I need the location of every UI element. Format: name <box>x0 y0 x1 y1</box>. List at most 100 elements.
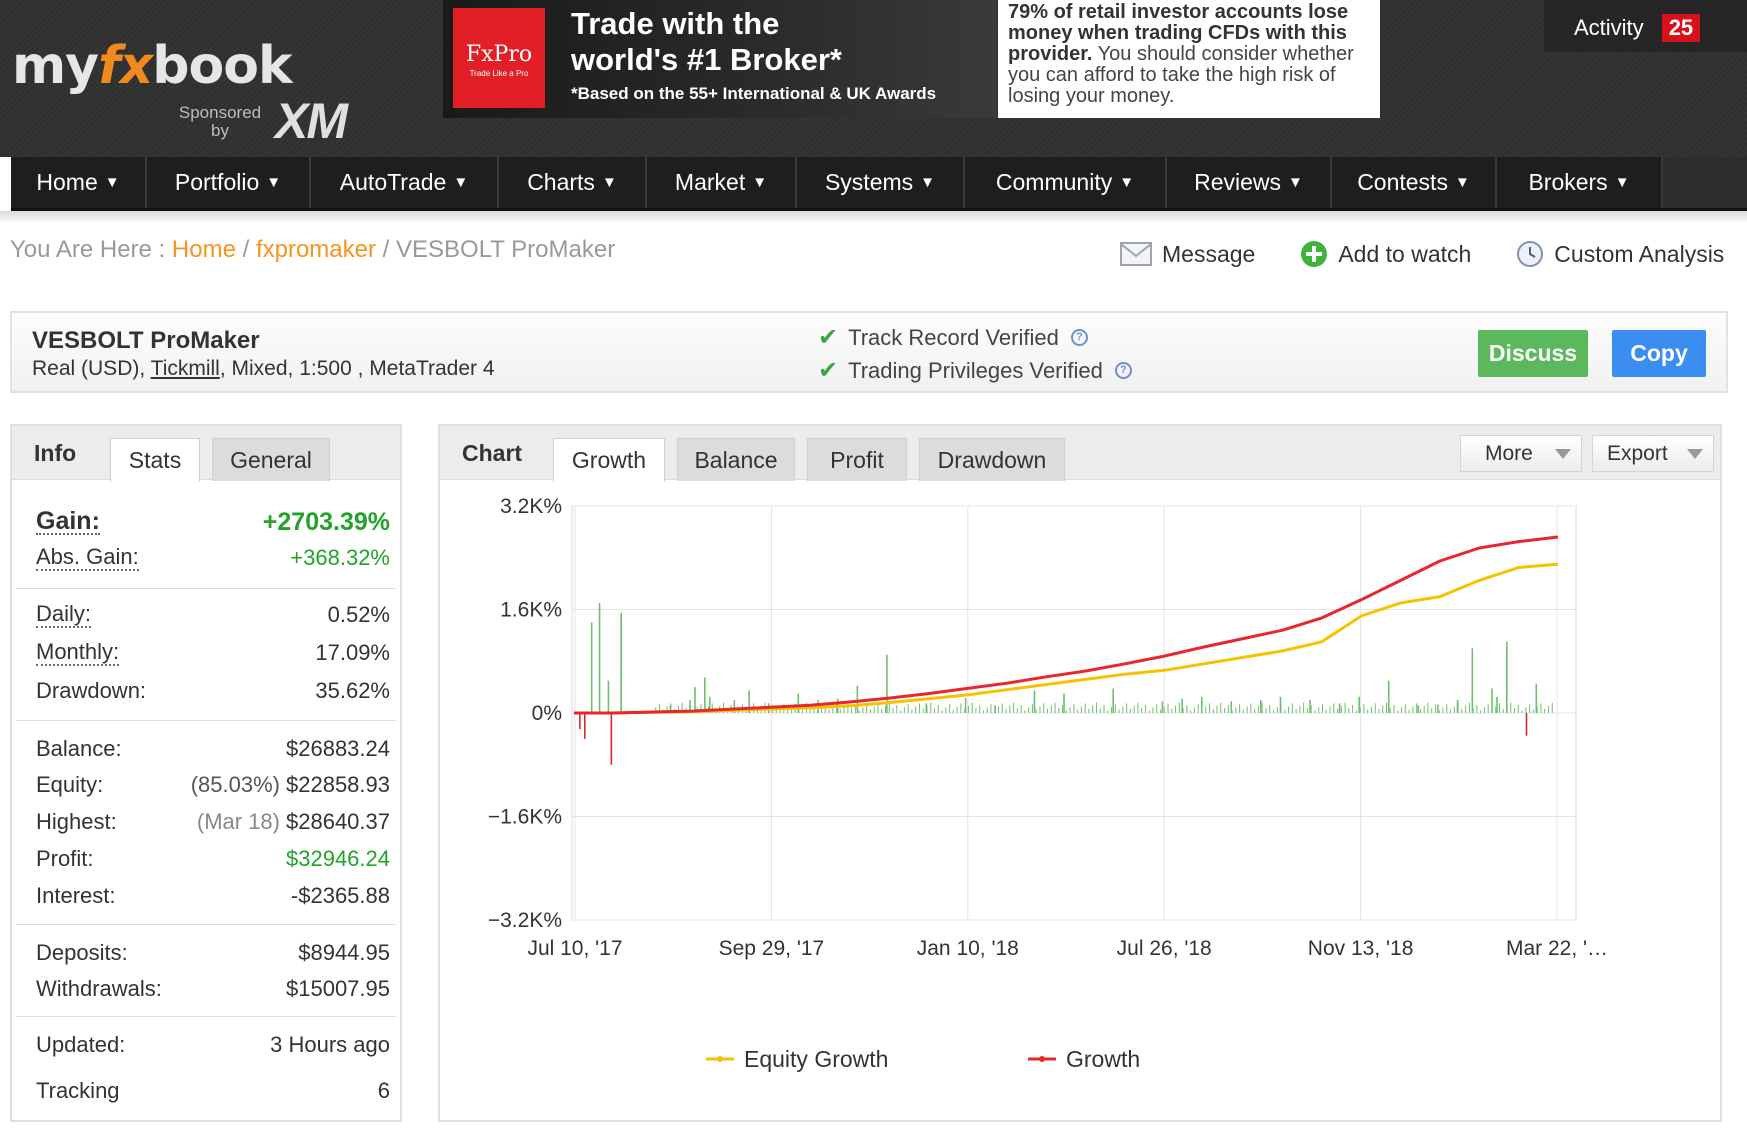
growth-chart[interactable]: 3.2K% 1.6K% 0% −1.6K% −3.2K% Jul 10, '17 Sep 2… <box>440 426 1720 1120</box>
caret-down-icon: ▼ <box>601 174 617 191</box>
plus-circle-icon <box>1301 241 1328 267</box>
help-icon[interactable]: ? <box>1070 329 1088 346</box>
separator <box>16 588 396 589</box>
info-title: Info <box>34 440 77 466</box>
help-icon[interactable]: ? <box>1114 362 1132 379</box>
nav-autotrade[interactable]: AutoTrade ▼ <box>311 157 499 208</box>
abs-gain-row: Abs. Gain: +368.32% <box>36 544 390 571</box>
site-header: myfxbook Sponsored by XM FxPro Trade Like… <box>0 0 1747 157</box>
sponsored-by-label: Sponsored by <box>178 103 262 140</box>
y-tick-label: 3.2K% <box>500 495 562 518</box>
nav-systems[interactable]: Systems ▼ <box>797 157 965 208</box>
separator <box>16 720 396 721</box>
breadcrumb-home-link[interactable]: Home <box>172 236 236 263</box>
caret-down-icon: ▼ <box>1454 174 1470 191</box>
daily-row: Daily: 0.52% <box>36 601 390 628</box>
gain-row: Gain: +2703.39% <box>36 504 390 540</box>
nav-community[interactable]: Community ▼ <box>965 157 1167 208</box>
caret-down-icon: ▼ <box>104 174 120 191</box>
account-meta: Real (USD), Tickmill, Mixed, 1:500 , Met… <box>32 357 495 380</box>
nav-reviews[interactable]: Reviews ▼ <box>1167 157 1332 208</box>
legend-marker <box>1039 1056 1045 1062</box>
gain-label: Gain: <box>36 507 100 535</box>
tab-general[interactable]: General <box>212 438 330 481</box>
info-tabs: Info Stats General <box>12 426 400 482</box>
clock-icon <box>1517 241 1544 267</box>
account-name: VESBOLT ProMaker <box>32 327 260 354</box>
copy-button[interactable]: Copy <box>1612 330 1706 377</box>
main-nav: Home ▼ Portfolio ▼ AutoTrade ▼ Charts ▼ Mark… <box>11 157 1747 211</box>
nav-home[interactable]: Home ▼ <box>11 157 147 208</box>
message-button[interactable]: Message <box>1120 240 1255 268</box>
myfxbook-logo[interactable]: myfxbook <box>12 40 293 92</box>
nav-portfolio[interactable]: Portfolio ▼ <box>147 157 311 208</box>
caret-down-icon: ▼ <box>453 174 469 191</box>
nav-filler <box>1663 157 1747 208</box>
y-tick-label: 0% <box>532 702 562 725</box>
ad-headline: Trade with the world's #1 Broker* <box>571 6 842 77</box>
activity-button[interactable]: Activity 25 <box>1544 0 1747 52</box>
y-tick-label: 1.6K% <box>500 599 562 622</box>
nav-brokers[interactable]: Brokers ▼ <box>1497 157 1663 208</box>
drawdown-row: Drawdown: 35.62% <box>36 678 390 703</box>
x-tick-label: Jul 10, '17 <box>527 937 622 960</box>
legend-marker <box>717 1056 723 1062</box>
fxpro-logo: FxPro Trade Like a Pro <box>453 8 545 108</box>
separator <box>16 1016 396 1017</box>
risk-warning: 79% of retail investor accounts lose mon… <box>998 0 1380 118</box>
activity-label: Activity <box>1574 15 1644 40</box>
caret-down-icon: ▼ <box>1614 174 1630 191</box>
tab-stats[interactable]: Stats <box>110 438 200 482</box>
caret-down-icon: ▼ <box>920 174 936 191</box>
interest-row: Interest: -$2365.88 <box>36 883 390 908</box>
breadcrumb-owner-link[interactable]: fxpromaker <box>256 236 376 263</box>
caret-down-icon: ▼ <box>266 174 282 191</box>
account-actions: Message Add to watch Custom Analysis <box>1120 240 1724 268</box>
discuss-button[interactable]: Discuss <box>1478 330 1588 377</box>
separator <box>16 924 396 925</box>
check-icon: ✔ <box>818 357 839 384</box>
deposits-row: Deposits: $8944.95 <box>36 940 390 965</box>
y-tick-label: −1.6K% <box>488 806 562 829</box>
page: myfxbook Sponsored by XM FxPro Trade Like… <box>0 0 1747 1147</box>
equity-row: Equity: (85.03%) $22858.93 <box>36 772 390 797</box>
updated-row: Updated: 3 Hours ago <box>36 1032 390 1057</box>
profit-row: Profit: $32946.24 <box>36 846 390 871</box>
breadcrumb: You Are Here : Home / fxpromaker / VESBO… <box>10 236 616 263</box>
nav-charts[interactable]: Charts ▼ <box>499 157 647 208</box>
account-summary: VESBOLT ProMaker Real (USD), Tickmill, M… <box>10 311 1728 393</box>
gain-value: +2703.39% <box>262 507 390 536</box>
nav-contests[interactable]: Contests ▼ <box>1332 157 1497 208</box>
x-tick-label: Jan 10, '18 <box>917 937 1019 960</box>
breadcrumb-current: VESBOLT ProMaker <box>396 236 616 263</box>
nav-shadow <box>0 211 1747 223</box>
track-record-verified: ✔ Track Record Verified? <box>818 323 1088 352</box>
x-tick-label: Nov 13, '18 <box>1308 937 1414 960</box>
ad-subline: *Based on the 55+ International & UK Awa… <box>571 84 937 103</box>
x-tick-label: Mar 22, '… <box>1506 937 1608 960</box>
y-tick-label: −3.2K% <box>488 909 562 932</box>
add-to-watch-button[interactable]: Add to watch <box>1300 240 1471 268</box>
caret-down-icon: ▼ <box>1288 174 1303 191</box>
x-tick-label: Sep 29, '17 <box>719 937 825 960</box>
tracking-row: Tracking 6 <box>36 1078 390 1103</box>
caret-down-icon: ▼ <box>752 174 768 191</box>
xm-sponsor-logo[interactable]: XM <box>275 96 348 146</box>
activity-count-badge: 25 <box>1661 14 1701 42</box>
info-panel: Info Stats General Gain: +2703.39% Abs. … <box>10 424 402 1122</box>
highest-row: Highest: (Mar 18) $28640.37 <box>36 809 390 834</box>
monthly-row: Monthly: 17.09% <box>36 639 390 666</box>
caret-down-icon: ▼ <box>1119 174 1135 191</box>
chart-panel: Chart Growth Balance Profit Drawdown Mor… <box>438 424 1722 1122</box>
fxpro-ad-banner[interactable]: FxPro Trade Like a Pro Trade with the wo… <box>443 0 997 118</box>
check-icon: ✔ <box>818 324 839 351</box>
broker-link[interactable]: Tickmill <box>151 357 220 380</box>
balance-row: Balance: $26883.24 <box>36 736 390 761</box>
custom-analysis-button[interactable]: Custom Analysis <box>1516 240 1724 268</box>
x-tick-label: Jul 26, '18 <box>1117 937 1212 960</box>
nav-market[interactable]: Market ▼ <box>647 157 797 208</box>
trading-privileges-verified: ✔ Trading Privileges Verified? <box>818 356 1132 385</box>
legend-growth: Growth <box>1066 1046 1140 1072</box>
envelope-icon <box>1120 242 1152 266</box>
withdrawals-row: Withdrawals: $15007.95 <box>36 976 390 1001</box>
